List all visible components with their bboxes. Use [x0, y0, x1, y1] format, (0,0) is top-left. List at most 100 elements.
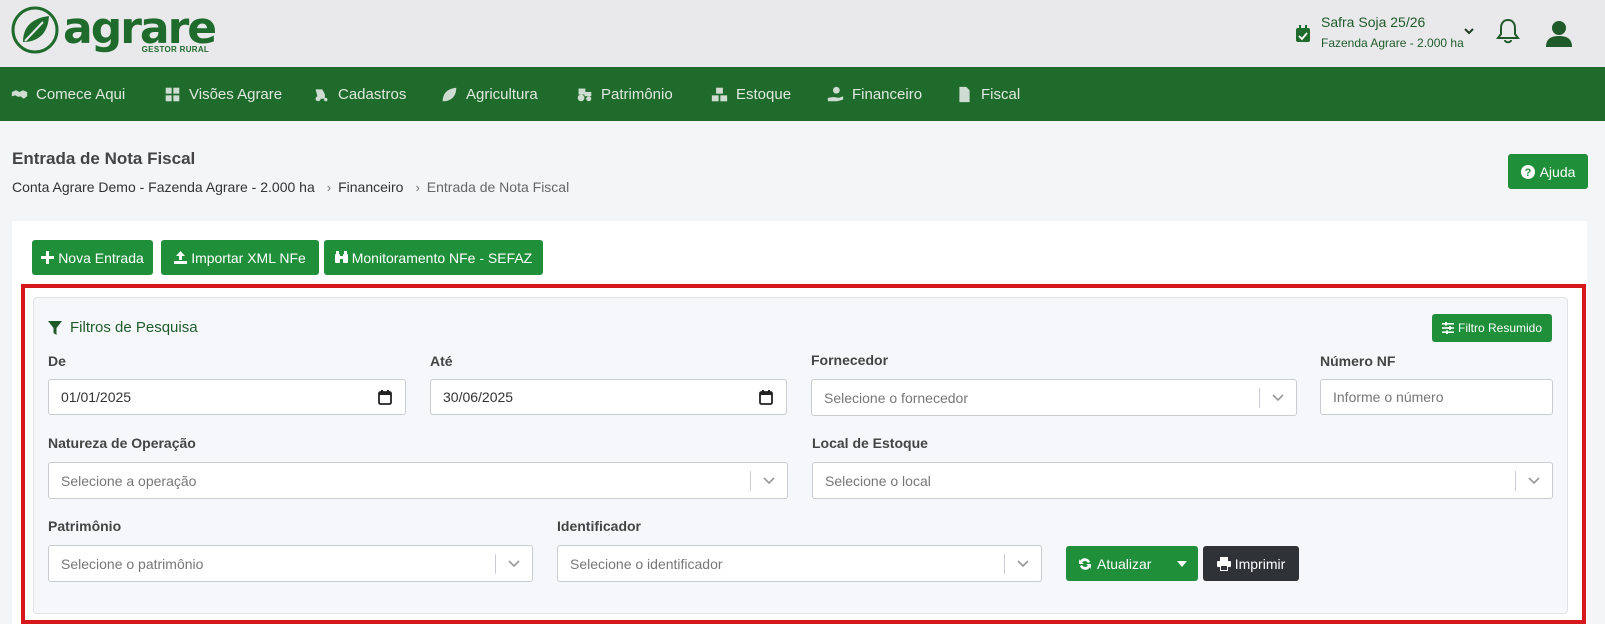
- chevron-down-icon[interactable]: [1271, 393, 1285, 403]
- nav-item-agricultura[interactable]: Agricultura: [441, 67, 538, 121]
- nav-item-financeiro[interactable]: Financeiro: [827, 67, 922, 121]
- binoculars-icon: [334, 251, 348, 263]
- ate-label: Até: [430, 353, 453, 369]
- numero-nf-input[interactable]: Informe o número: [1320, 379, 1553, 415]
- fornecedor-label: Fornecedor: [811, 352, 889, 368]
- bell-icon[interactable]: [1496, 18, 1520, 45]
- atualizar-label: Atualizar: [1097, 555, 1152, 572]
- svg-text:?: ?: [1524, 167, 1531, 179]
- chevron-down-icon[interactable]: [1016, 559, 1030, 569]
- calendar-icon[interactable]: [759, 390, 773, 405]
- leaf-logo-icon: [11, 6, 59, 54]
- local-select[interactable]: Selecione o local: [812, 462, 1553, 499]
- select-separator: [1515, 471, 1516, 491]
- question-circle-icon: ?: [1520, 164, 1535, 179]
- upload-icon: [174, 251, 188, 264]
- monitoramento-button[interactable]: Monitoramento NFe - SEFAZ: [324, 240, 543, 275]
- breadcrumb: Conta Agrare Demo - Fazenda Agrare - 2.0…: [12, 179, 569, 195]
- calendar-icon[interactable]: [378, 390, 392, 405]
- nav-item-label: Agricultura: [466, 85, 538, 103]
- hand-coin-icon: [827, 86, 844, 101]
- select-separator: [1259, 388, 1260, 408]
- natureza-label: Natureza de Operação: [48, 435, 196, 451]
- de-date-input[interactable]: 01/01/2025: [48, 379, 406, 415]
- chevron-right-icon: ›: [326, 179, 332, 195]
- main-nav: Comece Aqui Visões Agrare Cadastros Agri…: [0, 67, 1605, 121]
- fornecedor-select[interactable]: Selecione o fornecedor: [811, 379, 1297, 416]
- calendar-check-icon: [1296, 25, 1310, 42]
- printer-icon: [1216, 556, 1231, 571]
- atualizar-main[interactable]: Atualizar: [1066, 556, 1166, 572]
- nav-item-fiscal[interactable]: Fiscal: [956, 67, 1020, 121]
- caret-down-icon: [1177, 560, 1187, 567]
- nav-item-label: Cadastros: [338, 85, 407, 103]
- nav-item-visoes-agrare[interactable]: Visões Agrare: [164, 67, 282, 121]
- nav-item-label: Visões Agrare: [189, 85, 283, 103]
- page-title: Entrada de Nota Fiscal: [12, 149, 196, 168]
- tractor-icon: [315, 88, 328, 101]
- fornecedor-placeholder: Selecione o fornecedor: [824, 389, 968, 406]
- chevron-down-icon[interactable]: [762, 476, 776, 486]
- safra-selector[interactable]: Safra Soja 25/26 Fazenda Agrare - 2.000 …: [1295, 14, 1464, 50]
- numero-nf-label: Número NF: [1320, 353, 1396, 369]
- agrare-logo[interactable]: agrare GESTOR RURAL: [11, 6, 217, 54]
- safra-farm: Fazenda Agrare - 2.000 ha: [1321, 36, 1464, 50]
- select-separator: [750, 471, 751, 491]
- leaf-icon: [442, 87, 457, 101]
- filter-title-label: Filtros de Pesquisa: [70, 319, 198, 336]
- refresh-icon: [1079, 557, 1091, 570]
- breadcrumb-item-current: Entrada de Nota Fiscal: [426, 179, 570, 195]
- identificador-select[interactable]: Selecione o identificador: [557, 545, 1042, 582]
- dashboard-icon: [165, 87, 180, 101]
- atualizar-dropdown-toggle[interactable]: [1166, 546, 1198, 581]
- numero-nf-placeholder: Informe o número: [1333, 389, 1444, 405]
- brand-tagline: GESTOR RURAL: [141, 45, 210, 54]
- natureza-placeholder: Selecione a operação: [61, 472, 197, 489]
- de-label: De: [48, 353, 66, 369]
- natureza-select[interactable]: Selecione a operação: [48, 462, 788, 499]
- patrimonio-select[interactable]: Selecione o patrimônio: [48, 545, 533, 582]
- nav-item-label: Financeiro: [852, 85, 923, 103]
- identificador-placeholder: Selecione o identificador: [570, 555, 723, 572]
- tractor-icon: [577, 88, 592, 101]
- filter-title: Filtros de Pesquisa: [48, 319, 198, 336]
- nav-item-comece-aqui[interactable]: Comece Aqui: [11, 67, 125, 121]
- chevron-down-icon[interactable]: [507, 559, 521, 569]
- monitoramento-label: Monitoramento NFe - SEFAZ: [351, 249, 533, 266]
- breadcrumb-item-account[interactable]: Conta Agrare Demo - Fazenda Agrare - 2.0…: [12, 179, 315, 195]
- filtro-resumido-label: Filtro Resumido: [1457, 321, 1543, 335]
- chevron-down-icon[interactable]: [1527, 476, 1541, 486]
- nav-item-label: Patrimônio: [601, 85, 673, 103]
- breadcrumb-item-financeiro[interactable]: Financeiro: [338, 179, 403, 195]
- file-invoice-icon: [959, 86, 970, 102]
- filtro-resumido-button[interactable]: Filtro Resumido: [1432, 314, 1552, 342]
- imprimir-label: Imprimir: [1234, 555, 1286, 572]
- ate-date-input[interactable]: 30/06/2025: [430, 379, 787, 415]
- ate-value: 30/06/2025: [443, 389, 514, 405]
- nav-item-patrimonio[interactable]: Patrimônio: [576, 67, 673, 121]
- chevron-down-icon[interactable]: [1463, 26, 1475, 36]
- importar-xml-button[interactable]: Importar XML NFe: [161, 240, 319, 275]
- filter-icon: [48, 320, 62, 335]
- patrimonio-label: Patrimônio: [48, 518, 122, 534]
- nova-entrada-button[interactable]: Nova Entrada: [32, 240, 153, 275]
- de-value: 01/01/2025: [61, 389, 132, 405]
- sliders-icon: [1441, 322, 1454, 334]
- chevron-right-icon: ›: [415, 179, 420, 195]
- local-placeholder: Selecione o local: [825, 472, 931, 489]
- help-button[interactable]: ? Ajuda: [1508, 154, 1588, 189]
- nav-item-estoque[interactable]: Estoque: [711, 67, 791, 121]
- user-avatar-icon[interactable]: [1545, 19, 1573, 47]
- nav-item-label: Estoque: [736, 85, 792, 103]
- safra-title: Safra Soja 25/26: [1321, 14, 1426, 30]
- nav-item-label: Fiscal: [981, 85, 1021, 103]
- identificador-label: Identificador: [557, 518, 642, 534]
- nova-entrada-label: Nova Entrada: [58, 249, 144, 266]
- importar-xml-label: Importar XML NFe: [191, 249, 306, 266]
- atualizar-button[interactable]: Atualizar: [1066, 546, 1198, 581]
- handshake-icon: [11, 89, 28, 99]
- patrimonio-placeholder: Selecione o patrimônio: [61, 555, 204, 572]
- nav-item-cadastros[interactable]: Cadastros: [313, 67, 406, 121]
- top-header: agrare GESTOR RURAL Safra Soja 25/26 Faz…: [0, 0, 1605, 67]
- imprimir-button[interactable]: Imprimir: [1203, 546, 1299, 581]
